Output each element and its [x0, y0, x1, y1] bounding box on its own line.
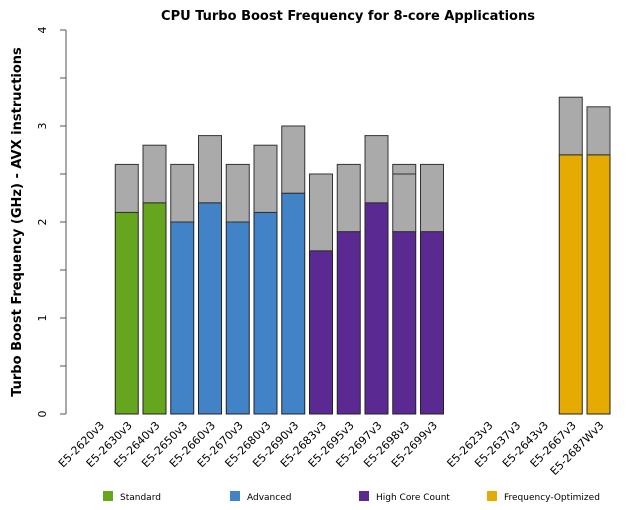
bar-turbo	[364, 135, 389, 204]
legend-label: Frequency-Optimized	[504, 493, 600, 503]
bar-turbo	[309, 173, 333, 252]
bar-base	[392, 231, 417, 415]
legend-item: Advanced	[230, 491, 291, 503]
x-tick-labels: E5-2620v3E5-2630v3E5-2640v3E5-2650v3E5-2…	[56, 419, 607, 478]
bar-stack	[558, 96, 583, 415]
bar-base	[114, 211, 139, 415]
bar-turbo	[281, 125, 306, 194]
bars	[114, 96, 611, 415]
legend-item: Frequency-Optimized	[487, 491, 600, 503]
bar-stack	[309, 173, 333, 415]
bar-base	[586, 154, 611, 415]
y-tick-label: 3	[36, 123, 49, 130]
bar-base	[198, 202, 222, 415]
bar-turbo	[253, 144, 278, 213]
bar-turbo	[198, 135, 222, 204]
legend-item: Standard	[103, 491, 161, 503]
bar-stack	[198, 135, 222, 415]
y-axis: 0 1 2 3 4	[36, 27, 67, 418]
bar-stack	[420, 163, 444, 415]
chart: CPU Turbo Boost Frequency for 8-core App…	[10, 9, 611, 503]
y-tick-label: 0	[36, 411, 49, 418]
bar-turbo	[336, 163, 361, 233]
bar-base	[364, 202, 389, 415]
bar-stack	[281, 125, 306, 415]
y-tick-label: 4	[36, 27, 49, 34]
bar-stack	[253, 144, 278, 415]
legend: Standard Advanced High Core Count Frequency…	[103, 491, 600, 503]
bar-turbo	[420, 163, 444, 233]
bar-stack	[336, 163, 361, 415]
legend-swatch	[359, 491, 369, 501]
bar-turbo	[558, 96, 583, 156]
bar-stack	[142, 144, 167, 415]
legend-swatch	[487, 491, 497, 501]
bar-base	[253, 211, 278, 415]
y-tick-label: 2	[36, 219, 49, 226]
bar-stack	[586, 106, 611, 415]
y-axis-label: Turbo Boost Frequency (GHz) - AVX instru…	[10, 47, 25, 397]
bar-base	[225, 221, 250, 415]
bar-base	[336, 231, 361, 415]
y-tick-label: 1	[36, 315, 49, 322]
legend-label: High Core Count	[376, 493, 450, 503]
bar-base	[309, 250, 333, 415]
legend-item: High Core Count	[359, 491, 450, 503]
bar-turbo	[225, 163, 250, 223]
legend-label: Standard	[120, 493, 161, 503]
bar-stack	[225, 163, 250, 415]
bar-stack	[170, 163, 195, 415]
legend-label: Advanced	[247, 493, 291, 503]
bar-turbo	[114, 163, 139, 213]
bar-base	[170, 221, 195, 415]
bar-turbo	[170, 163, 195, 223]
bar-stack	[114, 163, 139, 415]
legend-swatch	[230, 491, 240, 501]
bar-turbo	[586, 106, 611, 156]
bar-base	[420, 231, 444, 415]
bar-base	[558, 154, 583, 415]
bar-base	[142, 202, 167, 415]
legend-swatch	[103, 491, 113, 501]
bar-base	[281, 192, 306, 415]
bar-turbo	[142, 144, 167, 204]
chart-title: CPU Turbo Boost Frequency for 8-core App…	[161, 9, 535, 24]
bar-stack	[364, 135, 389, 415]
bar-stack	[392, 163, 417, 415]
